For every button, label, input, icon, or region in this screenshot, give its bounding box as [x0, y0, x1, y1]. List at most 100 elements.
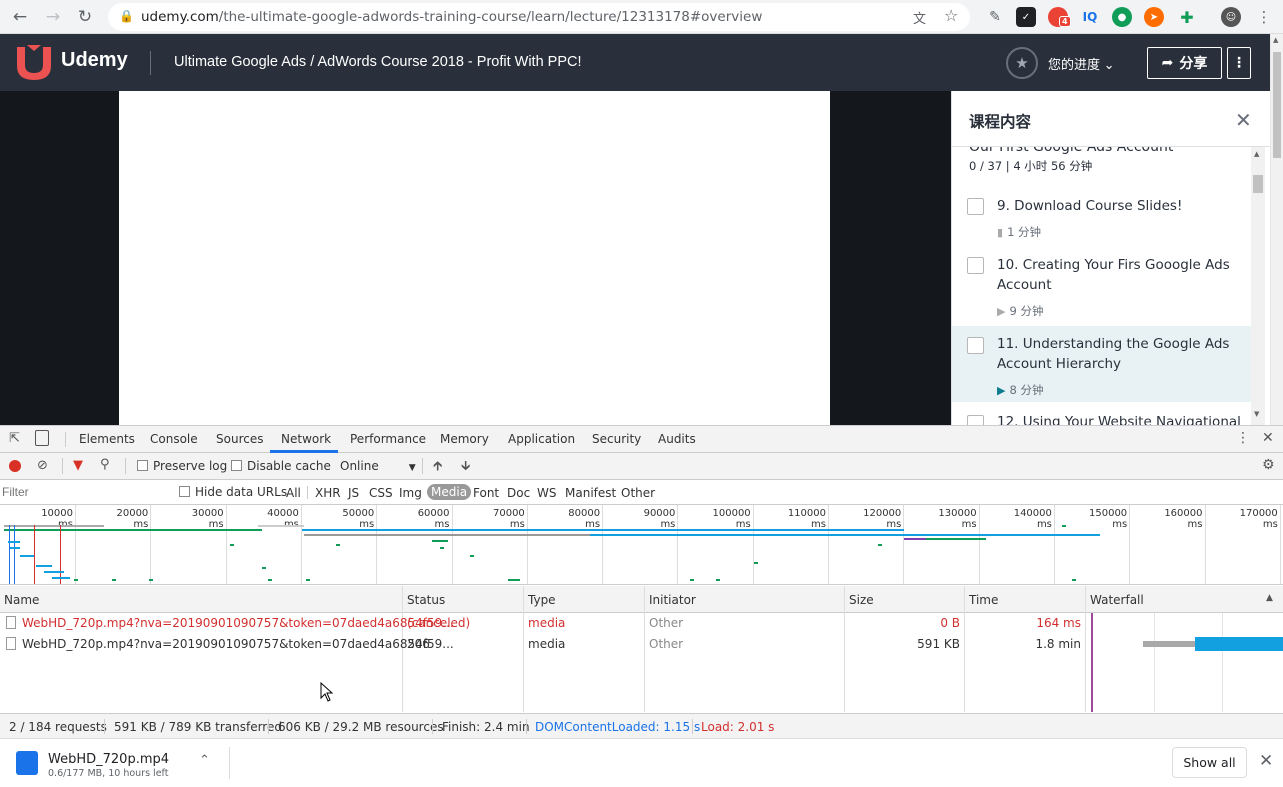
network-overview-timeline[interactable]: 10000 ms20000 ms30000 ms40000 ms50000 ms…	[0, 505, 1283, 585]
tab-performance[interactable]: Performance	[350, 432, 426, 446]
column-type[interactable]: Type	[528, 593, 556, 607]
progress-dropdown[interactable]: 您的进度 ⌄	[1048, 54, 1115, 73]
tab-sources[interactable]: Sources	[216, 432, 263, 446]
lecture-item-9[interactable]: 9. Download Course Slides! ▮ 1 分钟	[952, 185, 1251, 244]
preserve-log-checkbox[interactable]: Preserve log	[137, 459, 227, 473]
clear-icon[interactable]: ⊘	[37, 458, 48, 473]
filter-type-xhr[interactable]: XHR	[315, 486, 341, 500]
filter-type-img[interactable]: Img	[399, 486, 422, 500]
lecture-checkbox[interactable]	[967, 257, 984, 274]
close-icon[interactable]: ✕	[1235, 108, 1252, 132]
inspect-element-icon[interactable]: ⇱	[9, 431, 20, 446]
record-extension-icon[interactable]: 4	[1048, 7, 1071, 27]
orange-extension-icon[interactable]: ➤	[1144, 7, 1164, 27]
avatar[interactable]: ☺	[1221, 7, 1241, 27]
sidebar-scrollbar-thumb[interactable]	[1253, 175, 1263, 193]
filter-type-js[interactable]: JS	[348, 486, 359, 500]
close-icon[interactable]: ✕	[1262, 430, 1274, 446]
forward-arrow-icon[interactable]: →	[42, 6, 64, 28]
chevron-up-icon[interactable]: ⌃	[199, 753, 210, 768]
close-icon[interactable]: ✕	[1259, 751, 1273, 771]
hide-data-urls-checkbox[interactable]: Hide data URLs	[179, 485, 287, 499]
tab-console[interactable]: Console	[150, 432, 198, 446]
table-row[interactable]: WebHD_720p.mp4?nva=20190901090757&token=…	[0, 613, 1283, 634]
filter-icon[interactable]: ▼	[73, 458, 83, 473]
lecture-item-11[interactable]: 11. Understanding the Google Ads Account…	[952, 326, 1251, 402]
table-row[interactable]: WebHD_720p.mp4?nva=20190901090757&token=…	[0, 634, 1283, 655]
udemy-logo-text[interactable]: Udemy	[61, 49, 128, 72]
request-table-header: Name Status Type Initiator Size Time Wat…	[0, 586, 1283, 613]
network-toolbar: ⊘ ▼ ⚲ Preserve log Disable cache Online ▼…	[0, 453, 1283, 480]
sort-ascending-icon[interactable]: ▲	[1266, 593, 1273, 603]
column-status[interactable]: Status	[407, 593, 445, 607]
activity-bar	[258, 525, 304, 527]
lecture-checkbox[interactable]	[967, 415, 984, 425]
column-size[interactable]: Size	[849, 593, 874, 607]
star-icon[interactable]: ☆	[944, 6, 958, 25]
video-player[interactable]	[0, 91, 951, 425]
page-scrollbar-thumb[interactable]	[1273, 52, 1281, 158]
column-initiator[interactable]: Initiator	[649, 593, 696, 607]
lecture-item-12[interactable]: 12. Using Your Website Navigational	[952, 405, 1251, 425]
filter-type-manifest[interactable]: Manifest	[565, 486, 616, 500]
green-extension-icon[interactable]: ●	[1112, 7, 1132, 27]
request-name[interactable]: WebHD_720p.mp4?nva=20190901090757&token=…	[22, 616, 454, 630]
filter-type-css[interactable]: CSS	[369, 486, 393, 500]
show-all-button[interactable]: Show all	[1172, 747, 1247, 778]
tab-elements[interactable]: Elements	[79, 432, 135, 446]
tab-audits[interactable]: Audits	[658, 432, 696, 446]
back-arrow-icon[interactable]: ←	[9, 6, 31, 28]
column-name[interactable]: Name	[4, 593, 39, 607]
filter-type-font[interactable]: Font	[473, 486, 499, 500]
search-icon[interactable]: ⚲	[100, 457, 110, 472]
throttle-select[interactable]: Online ▼	[340, 459, 416, 473]
scroll-up-icon[interactable]: ▲	[1254, 150, 1259, 158]
tab-network[interactable]: Network	[281, 432, 331, 446]
udemy-logo-icon[interactable]	[14, 45, 56, 81]
trophy-icon[interactable]: ★	[1006, 47, 1038, 79]
export-har-icon[interactable]: 🡳	[461, 457, 470, 479]
iq-extension-icon[interactable]: IQ	[1080, 7, 1100, 27]
status-resources: 606 KB / 29.2 MB resources	[278, 720, 444, 734]
lecture-title: 10. Creating Your Firs Gooogle Ads Accou…	[997, 257, 1230, 293]
download-file-name[interactable]: WebHD_720p.mp4	[48, 752, 169, 767]
tab-security[interactable]: Security	[592, 432, 641, 446]
record-icon[interactable]	[9, 460, 21, 472]
tab-application[interactable]: Application	[508, 432, 575, 446]
eyedropper-icon[interactable]: ✎	[985, 7, 1005, 27]
checklist-extension-icon[interactable]: ✓	[1016, 7, 1036, 27]
scroll-down-icon[interactable]: ▼	[1254, 410, 1259, 418]
page-scrollbar[interactable]: ▲	[1270, 34, 1283, 425]
reload-icon[interactable]: ↻	[74, 6, 96, 28]
share-button[interactable]: ➦ 分享	[1147, 47, 1222, 79]
column-time[interactable]: Time	[969, 593, 998, 607]
more-options-button[interactable]: ⋮	[1227, 47, 1251, 79]
filter-type-other[interactable]: Other	[621, 486, 655, 500]
filter-type-doc[interactable]: Doc	[507, 486, 530, 500]
dom-content-loaded-marker	[9, 525, 10, 584]
column-waterfall[interactable]: Waterfall	[1090, 593, 1144, 607]
translate-icon[interactable]: 文	[913, 8, 926, 27]
lecture-item-10[interactable]: 10. Creating Your Firs Gooogle Ads Accou…	[952, 244, 1251, 323]
lecture-checkbox[interactable]	[967, 198, 984, 215]
file-icon	[6, 616, 16, 629]
lecture-checkbox[interactable]	[967, 337, 984, 354]
filter-type-media[interactable]: Media	[427, 484, 472, 500]
device-toolbar-icon[interactable]	[35, 430, 49, 446]
import-har-icon[interactable]: 🡱	[433, 457, 442, 479]
timeline-gridline	[1204, 505, 1206, 584]
filter-type-all[interactable]: All	[286, 486, 301, 500]
disable-cache-checkbox[interactable]: Disable cache	[231, 459, 331, 473]
browser-menu-icon[interactable]: ⋮	[1253, 6, 1275, 28]
plus-extension-icon[interactable]: ✚	[1177, 7, 1197, 27]
video-frame[interactable]	[119, 91, 830, 425]
filter-input[interactable]	[2, 483, 166, 501]
devtools-menu-icon[interactable]: ⋮	[1236, 430, 1250, 446]
filter-type-ws[interactable]: WS	[537, 486, 556, 500]
sidebar-scrollbar[interactable]: ▲ ▼	[1251, 147, 1265, 425]
gear-icon[interactable]: ⚙	[1262, 457, 1275, 473]
scroll-up-icon[interactable]: ▲	[1273, 36, 1278, 44]
address-bar[interactable]: 🔒 udemy.com/the-ultimate-google-adwords-…	[108, 3, 970, 31]
request-name[interactable]: WebHD_720p.mp4?nva=20190901090757&token=…	[22, 637, 454, 651]
tab-memory[interactable]: Memory	[440, 432, 489, 446]
